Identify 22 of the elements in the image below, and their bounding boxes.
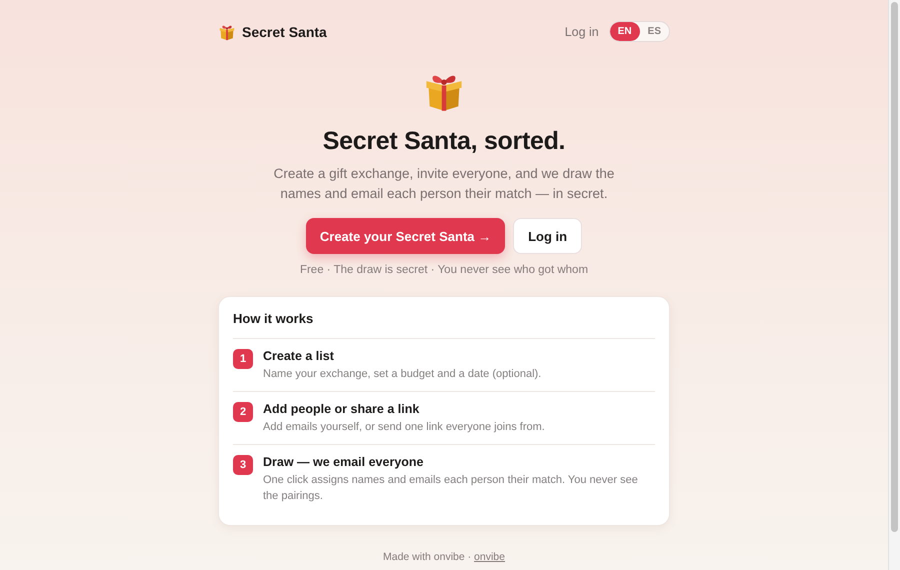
login-button[interactable]: Log in	[513, 218, 582, 254]
step-description: One click assigns names and emails each person their match. You never see the pairings.	[263, 473, 639, 504]
step-description: Name your exchange, set a budget and a date (optional).	[263, 367, 542, 382]
tagline: Free · The draw is secret · You never see who got whom	[300, 264, 588, 276]
step-number-badge: 3	[233, 455, 253, 475]
footer-link[interactable]: onvibe	[474, 551, 505, 563]
login-link[interactable]: Log in	[564, 24, 599, 38]
scrollbar-thumb[interactable]	[891, 2, 898, 532]
brand-name: Secret Santa	[242, 24, 327, 40]
step-title: Draw — we email everyone	[263, 455, 424, 469]
create-button[interactable]: Create your Secret Santa →	[306, 218, 506, 254]
step-title: Create a list	[263, 349, 335, 363]
step-description: Add emails yourself, or send one link everyone joins from.	[263, 420, 545, 435]
step-number-badge: 2	[233, 402, 253, 422]
footer-text: Made with onvibe · onvibe	[383, 551, 505, 563]
hero-title: Secret Santa, sorted.	[322, 127, 566, 156]
hero-subtitle: Create a gift exchange, invite everyone, and we draw the names and email each person their match — in secret.	[272, 165, 616, 203]
step-title: Add people or share a link	[263, 402, 420, 416]
language-button[interactable]: ES	[640, 22, 669, 41]
card-title: How it works	[233, 311, 655, 339]
language-button[interactable]: EN	[610, 22, 640, 41]
step-number-badge: 1	[233, 349, 253, 369]
